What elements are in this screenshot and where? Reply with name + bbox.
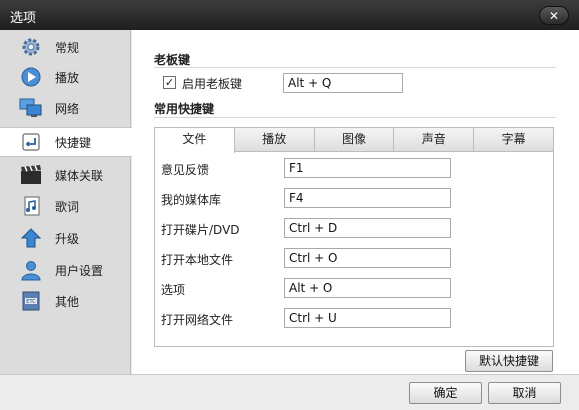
sidebar-item-label: 媒体关联 bbox=[55, 168, 104, 183]
default-shortcuts-button[interactable]: 默认快捷键 bbox=[465, 350, 553, 372]
shortcut-label: 选项 bbox=[161, 283, 186, 297]
shortcut-field-feedback[interactable]: F1 bbox=[284, 158, 451, 178]
cancel-button[interactable]: 取消 bbox=[488, 382, 561, 404]
check-icon: ✓ bbox=[164, 76, 175, 89]
shortcut-field-open-local-file[interactable]: Ctrl + O bbox=[284, 248, 451, 268]
sidebar-item-playback[interactable]: 播放 bbox=[0, 62, 131, 92]
user-icon bbox=[19, 258, 43, 282]
sidebar-item-label: 常规 bbox=[55, 40, 80, 55]
shortcut-field-options[interactable]: Alt + O bbox=[284, 278, 451, 298]
shortcut-label: 打开本地文件 bbox=[161, 253, 234, 267]
sidebar-item-label: 用户设置 bbox=[55, 263, 104, 278]
shortcut-field-open-disc[interactable]: Ctrl + D bbox=[284, 218, 451, 238]
etc-icon: ETC bbox=[19, 289, 43, 313]
tab-image[interactable]: 图像 bbox=[315, 128, 395, 151]
shortcut-label: 打开碟片/DVD bbox=[161, 223, 240, 237]
gear-icon bbox=[19, 35, 43, 59]
play-icon bbox=[19, 65, 43, 89]
sidebar-item-network[interactable]: 网络 bbox=[0, 93, 131, 123]
network-icon bbox=[19, 96, 43, 120]
sidebar-item-label: 快捷键 bbox=[55, 135, 92, 150]
title-bar: 选项 ✕ bbox=[0, 0, 579, 30]
sidebar-item-user-settings[interactable]: 用户设置 bbox=[0, 255, 131, 285]
ok-button[interactable]: 确定 bbox=[409, 382, 482, 404]
sidebar-item-media-association[interactable]: 媒体关联 bbox=[0, 160, 131, 190]
sidebar-item-upgrade[interactable]: 升级 bbox=[0, 223, 131, 253]
sidebar-item-lyrics[interactable]: 歌词 bbox=[0, 191, 131, 221]
shortcut-settings-panel: 老板键 ✓ 启用老板键 Alt + Q 常用快捷键 文件 播放 图像 声音 字幕… bbox=[132, 30, 579, 374]
common-shortcuts-title: 常用快捷键 bbox=[154, 102, 215, 116]
window-title: 选项 bbox=[10, 11, 37, 26]
shortcut-label: 打开网络文件 bbox=[161, 313, 234, 327]
boss-key-title: 老板键 bbox=[154, 53, 191, 67]
sidebar-item-shortcuts[interactable]: 快捷键 bbox=[0, 127, 132, 157]
shortcut-label: 意见反馈 bbox=[161, 163, 210, 177]
shortcut-tabs-panel: 文件 播放 图像 声音 字幕 意见反馈 F1 我的媒体库 F4 打开碟片/DVD… bbox=[154, 127, 554, 347]
sidebar-item-other[interactable]: ETC 其他 bbox=[0, 286, 131, 316]
film-icon bbox=[19, 163, 43, 187]
svg-text:ETC: ETC bbox=[26, 299, 36, 305]
sidebar: 常规 播放 网络 快捷键 媒体关联 歌词 升级 用户设置 ETC 其他 bbox=[0, 30, 132, 374]
sidebar-item-label: 升级 bbox=[55, 231, 80, 246]
tab-file[interactable]: 文件 bbox=[155, 128, 235, 153]
sidebar-item-label: 网络 bbox=[55, 101, 80, 116]
tab-playback[interactable]: 播放 bbox=[235, 128, 315, 151]
tab-audio[interactable]: 声音 bbox=[394, 128, 475, 151]
shortcut-field-media-library[interactable]: F4 bbox=[284, 188, 451, 208]
boss-key-checkbox-label: 启用老板键 bbox=[182, 77, 243, 91]
close-icon: ✕ bbox=[548, 8, 560, 23]
shortcut-key-icon bbox=[19, 130, 43, 154]
shortcut-field-open-network-file[interactable]: Ctrl + U bbox=[284, 308, 451, 328]
close-button[interactable]: ✕ bbox=[539, 6, 569, 25]
tab-bar: 文件 播放 图像 声音 字幕 bbox=[155, 128, 553, 153]
section-divider bbox=[154, 117, 556, 118]
sidebar-item-label: 歌词 bbox=[55, 199, 80, 214]
boss-key-checkbox[interactable]: ✓ bbox=[163, 76, 176, 89]
tab-subtitle[interactable]: 字幕 bbox=[474, 128, 553, 151]
boss-key-field[interactable]: Alt + Q bbox=[283, 73, 403, 93]
sidebar-item-label: 播放 bbox=[55, 70, 80, 85]
sidebar-item-general[interactable]: 常规 bbox=[0, 32, 131, 62]
dialog-footer: 确定 取消 bbox=[0, 374, 579, 410]
lyrics-icon bbox=[19, 194, 43, 218]
shortcut-label: 我的媒体库 bbox=[161, 193, 222, 207]
upgrade-arrow-icon bbox=[19, 226, 43, 250]
section-divider bbox=[154, 67, 556, 68]
sidebar-item-label: 其他 bbox=[55, 294, 80, 309]
